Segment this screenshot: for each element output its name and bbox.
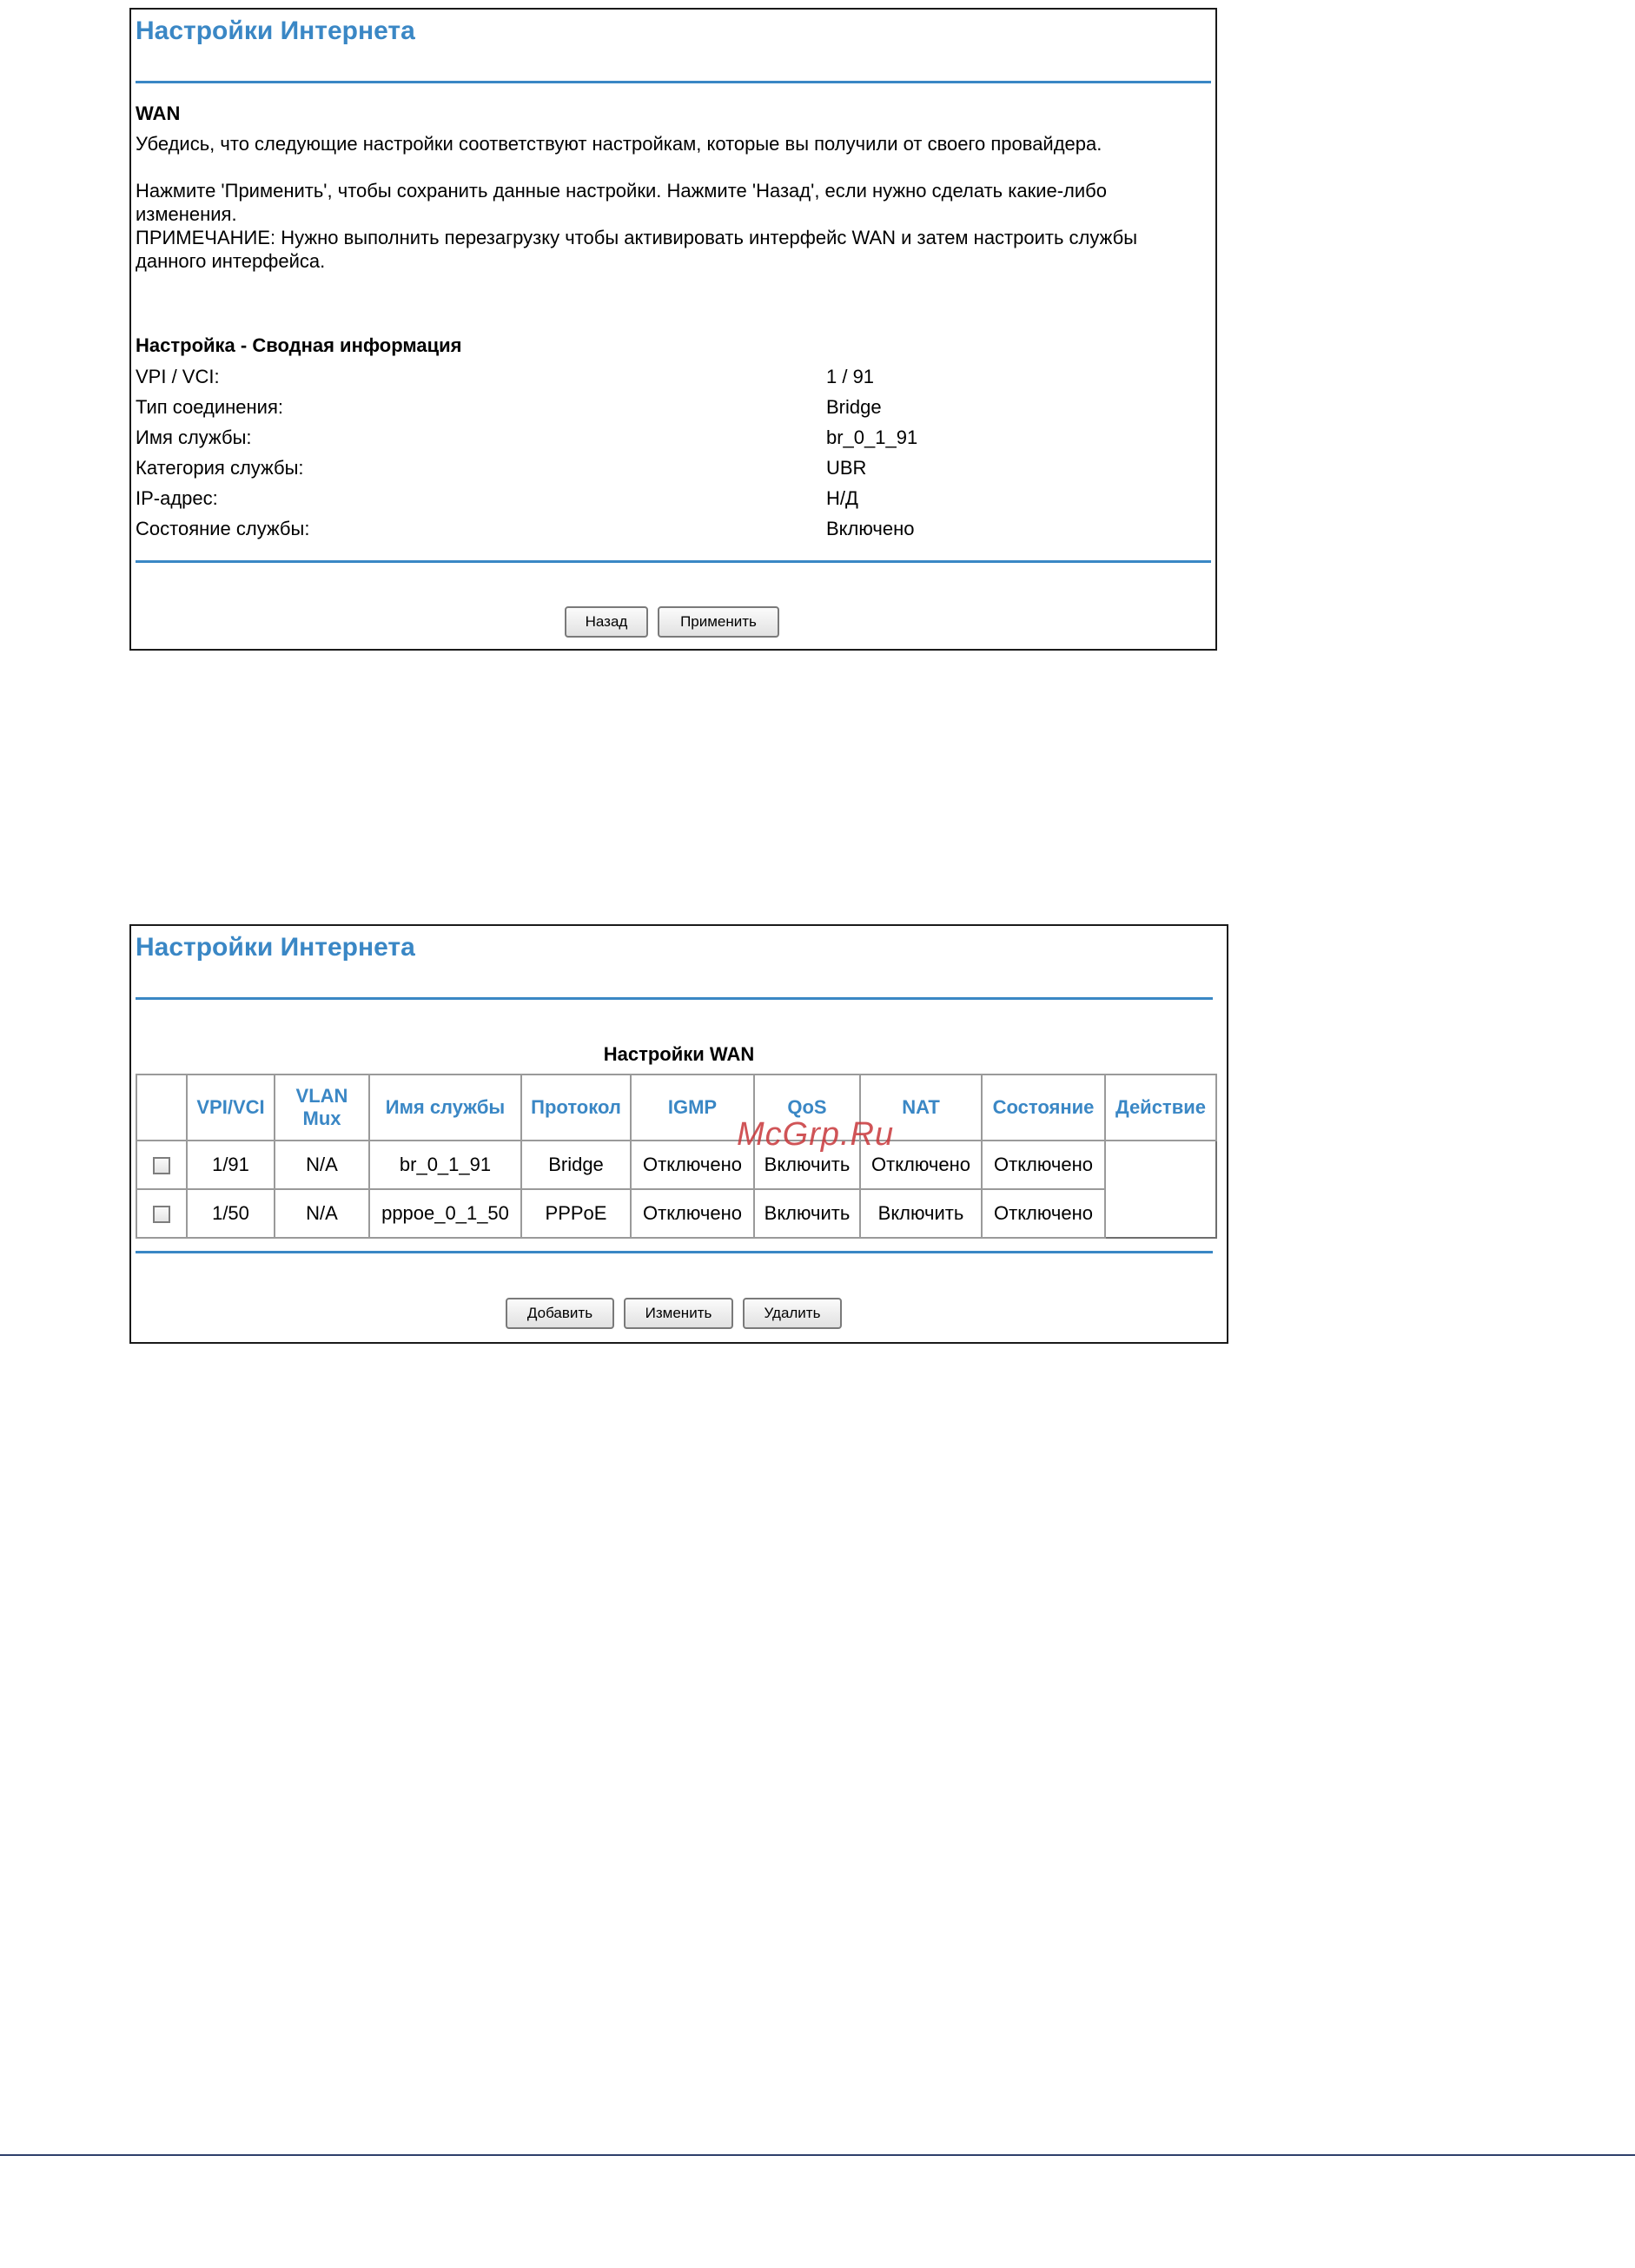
cell-state: Отключено [981,1140,1106,1190]
note-line: ПРИМЕЧАНИЕ: Нужно выполнить перезагрузку… [136,227,1138,248]
note-line: Нажмите 'Применить', чтобы сохранить дан… [136,180,1108,202]
note-line: данного интерфейса. [136,250,326,272]
column-header-vpi-vci: VPI/VCI [186,1074,275,1141]
wan-services-table: VPI/VCI VLAN Mux Имя службы Протокол IGMP… [136,1074,1217,1239]
summary-label-service-state: Состояние службы: [136,518,310,539]
table-row: 1/50 N/A pppoe_0_1_50 PPPoE Отключено Вк… [136,1188,1216,1239]
summary-label-service-category: Категория службы: [136,457,304,479]
cell-protocol: Bridge [520,1140,632,1190]
cell-vpi-vci: 1/50 [186,1188,275,1239]
summary-value-vpi-vci: 1 / 91 [826,366,875,387]
wan-summary-panel: Настройки Интернета WAN Убедись, что сле… [129,8,1217,651]
cell-vpi-vci: 1/91 [186,1140,275,1190]
page-title: Настройки Интернета [136,17,415,45]
section-heading: WAN [136,102,181,124]
summary-label-service-name: Имя службы: [136,426,252,448]
row-checkbox[interactable] [153,1157,170,1175]
cell-igmp: Отключено [630,1188,755,1239]
summary-value-service-name: br_0_1_91 [826,426,918,448]
footer-divider [0,2154,1635,2156]
summary-value-service-category: UBR [826,457,867,479]
vlan-mux-line1: VLAN [295,1085,348,1107]
cell-action [1104,1140,1216,1238]
title-divider [136,81,1211,83]
apply-button[interactable]: Применить [658,606,779,638]
vlan-mux-line2: Mux [302,1108,341,1129]
summary-value-ip-address: Н/Д [826,487,858,509]
cell-igmp: Отключено [630,1140,755,1190]
cell-vlan-mux: N/A [274,1140,370,1190]
cell-vlan-mux: N/A [274,1188,370,1239]
row-select-cell [136,1140,188,1190]
page-title: Настройки Интернета [136,933,415,962]
cell-protocol: PPPoE [520,1188,632,1239]
summary-heading: Настройка - Сводная информация [136,334,462,356]
column-header-igmp: IGMP [630,1074,755,1141]
cell-state: Отключено [981,1188,1106,1239]
cell-qos: Включить [753,1188,861,1239]
row-checkbox[interactable] [153,1206,170,1224]
column-header-state: Состояние [981,1074,1106,1141]
summary-value-connection-type: Bridge [826,396,882,418]
bottom-divider [136,1251,1213,1253]
row-select-cell [136,1188,188,1239]
column-header-vlan-mux: VLAN Mux [274,1074,370,1141]
summary-value-service-state: Включено [826,518,915,539]
watermark: McGrp.Ru [737,1116,895,1153]
table-header-row: VPI/VCI VLAN Mux Имя службы Протокол IGMP… [136,1074,1217,1141]
summary-label-ip-address: IP-адрес: [136,487,218,509]
summary-label-vpi-vci: VPI / VCI: [136,366,220,387]
intro-text: Убедись, что следующие настройки соответ… [136,133,1102,155]
edit-button[interactable]: Изменить [624,1298,733,1329]
delete-button[interactable]: Удалить [743,1298,842,1329]
title-divider [136,997,1213,1000]
add-button[interactable]: Добавить [506,1298,614,1329]
cell-service-name: br_0_1_91 [368,1140,522,1190]
column-header-service-name: Имя службы [368,1074,522,1141]
column-header-protocol: Протокол [520,1074,632,1141]
summary-label-connection-type: Тип соединения: [136,396,283,418]
column-header-select [136,1074,188,1141]
note-line: изменения. [136,203,237,225]
wan-settings-panel: Настройки Интернета Настройки WAN VPI/VC… [129,924,1228,1344]
table-title: Настройки WAN [603,1043,755,1065]
cell-service-name: pppoe_0_1_50 [368,1188,522,1239]
bottom-divider [136,560,1211,563]
back-button[interactable]: Назад [565,606,648,638]
table-row: 1/91 N/A br_0_1_91 Bridge Отключено Вклю… [136,1140,1216,1238]
column-header-action: Действие [1104,1074,1217,1141]
cell-nat: Включить [859,1188,983,1239]
